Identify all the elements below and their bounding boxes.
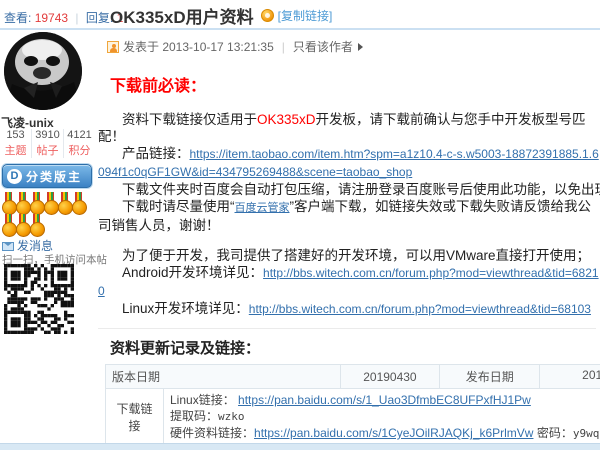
product-link-label: 产品链接： (122, 146, 190, 161)
coin-icon (261, 9, 274, 22)
hw-pan-label: 硬件资料链接： (170, 426, 254, 440)
medal-icon (44, 192, 57, 213)
download-links-label: 下载链接 (106, 389, 164, 443)
linux-env-label: Linux开发环境详见： (122, 301, 249, 316)
paragraph-env: 为了便于开发，我司提供了搭建好的开发环境，可以用VMware直接打开使用； (98, 247, 600, 264)
extract-code-label: 提取码： (170, 409, 218, 423)
qr-code (4, 264, 74, 334)
notice-title: 下载前必读： (110, 72, 600, 96)
stats-separator: | (75, 11, 78, 25)
qr-code-image (4, 264, 74, 334)
table-row-version: 版本日期 20190430 发布日期 2019 (106, 365, 600, 389)
update-table: 版本日期 20190430 发布日期 2019 下载链接 Linux链接： ht… (105, 364, 600, 443)
board-model-red: OK335xD (257, 112, 316, 127)
paragraph-baidu-zip: 下载文件夹时百度会自动打包压缩，请注册登录百度账号后使用此功能，以免出现下载后不… (98, 181, 600, 198)
post-timestamp: 发表于 2013-10-17 13:21:35 (123, 40, 274, 54)
download-links-cell: Linux链接： https://pan.baidu.com/s/1_Uao3D… (164, 389, 600, 443)
stat-value: 153 (1, 129, 30, 141)
baidu-client-link[interactable]: 百度云管家 (235, 202, 290, 214)
paragraph-product-link: 产品链接：https://item.taobao.com/item.htm?sp… (98, 145, 600, 181)
paragraph-android-env: Android开发环境详见：http://bbs.witech.com.cn/f… (98, 264, 600, 300)
content-divider (98, 328, 596, 329)
page-bottom-band (0, 443, 600, 450)
paragraph-baidu-client: 下载时请尽量使用“百度云管家”客户端下载，如链接失效或下载失败请反馈给我公司销售… (98, 198, 600, 234)
medal-icon (16, 214, 29, 235)
stat-label[interactable]: 主题 (1, 142, 30, 158)
author-stats: 153 主题 3910 帖子 4121 积分 (0, 129, 95, 158)
discuz-d-logo-icon: D (7, 169, 22, 184)
stat-label[interactable]: 积分 (65, 142, 94, 158)
moderator-badge-label: 分类版主 (26, 168, 82, 185)
paragraph-linux-env: Linux开发环境详见：http://bbs.witech.com.cn/for… (98, 300, 600, 318)
hw-pan-link[interactable]: https://pan.baidu.com/s/1CyeJOilRJAQKj_k… (254, 426, 533, 440)
user-avatar[interactable] (4, 32, 82, 110)
version-date-value: 20190430 (341, 365, 441, 389)
avatar-image (4, 32, 82, 110)
medal-icon (58, 192, 71, 213)
medal-icon (72, 192, 85, 213)
release-date-label: 发布日期 (440, 365, 540, 389)
linux-env-link[interactable]: http://bbs.witech.com.cn/forum.php?mod=v… (249, 302, 591, 316)
medal-icon (16, 192, 29, 213)
forum-thread-page: 查看: 19743 | 回复: 1 OK335xD用户资料 [复制链接] (0, 0, 600, 450)
table-row-downloads: 下载链接 Linux链接： https://pan.baidu.com/s/1_… (106, 389, 600, 443)
linux-pan-label: Linux链接： (170, 393, 235, 407)
stat-value: 4121 (65, 129, 94, 141)
stat-points: 4121 积分 (64, 129, 95, 158)
medal-icon (30, 192, 43, 213)
stat-value: 3910 (33, 129, 62, 141)
version-date-label: 版本日期 (106, 365, 341, 389)
thread-title: OK335xD用户资料 (110, 8, 254, 27)
author-sidebar: 飞凌-unix 153 主题 3910 帖子 4121 积分 D 分类版主 发消… (0, 30, 95, 443)
hw-pass-value: y9wq (573, 427, 600, 440)
meta-separator: | (282, 40, 285, 54)
only-author-link[interactable]: 只看该作者 (293, 40, 353, 54)
post-meta: 发表于 2013-10-17 13:21:35 | 只看该作者 (107, 38, 600, 55)
extract-code-value: wzko (218, 410, 245, 423)
paragraph-compat: 资料下载链接仅适用于OK335xD开发板，请下载前确认与您手中开发板型号匹配！ (98, 111, 600, 145)
medal-icon (2, 214, 15, 235)
section-title: 资料更新记录及链接： (110, 337, 600, 358)
title-row: OK335xD用户资料 [复制链接] (110, 3, 332, 28)
envelope-icon (2, 242, 14, 251)
send-message-label: 发消息 (17, 239, 53, 253)
views-label: 查看: (4, 11, 31, 25)
medal-icon (30, 214, 43, 235)
moderator-badge: D 分类版主 (2, 164, 92, 188)
linux-pan-link[interactable]: https://pan.baidu.com/s/1_Uao3DfmbEC8UFP… (238, 393, 531, 407)
copy-link-button[interactable]: [复制链接] (278, 9, 333, 23)
medal-icon (2, 192, 15, 213)
post-content: 发表于 2013-10-17 13:21:35 | 只看该作者 下载前必读： 资料下… (95, 30, 600, 443)
stat-label[interactable]: 帖子 (33, 142, 62, 158)
hw-pass-label: 密码： (537, 426, 573, 440)
release-date-value: 2019 (540, 365, 600, 389)
thread-header: 查看: 19743 | 回复: 1 OK335xD用户资料 [复制链接] (0, 0, 600, 30)
stat-threads: 153 主题 (0, 129, 32, 158)
views-count: 19743 (35, 11, 68, 25)
right-triangle-icon (358, 43, 363, 51)
view-reply-stats: 查看: 19743 | 回复: 1 (4, 9, 123, 26)
poster-icon (107, 41, 119, 53)
android-env-label: Android开发环境详见： (122, 265, 263, 280)
stat-posts: 3910 帖子 (32, 129, 64, 158)
